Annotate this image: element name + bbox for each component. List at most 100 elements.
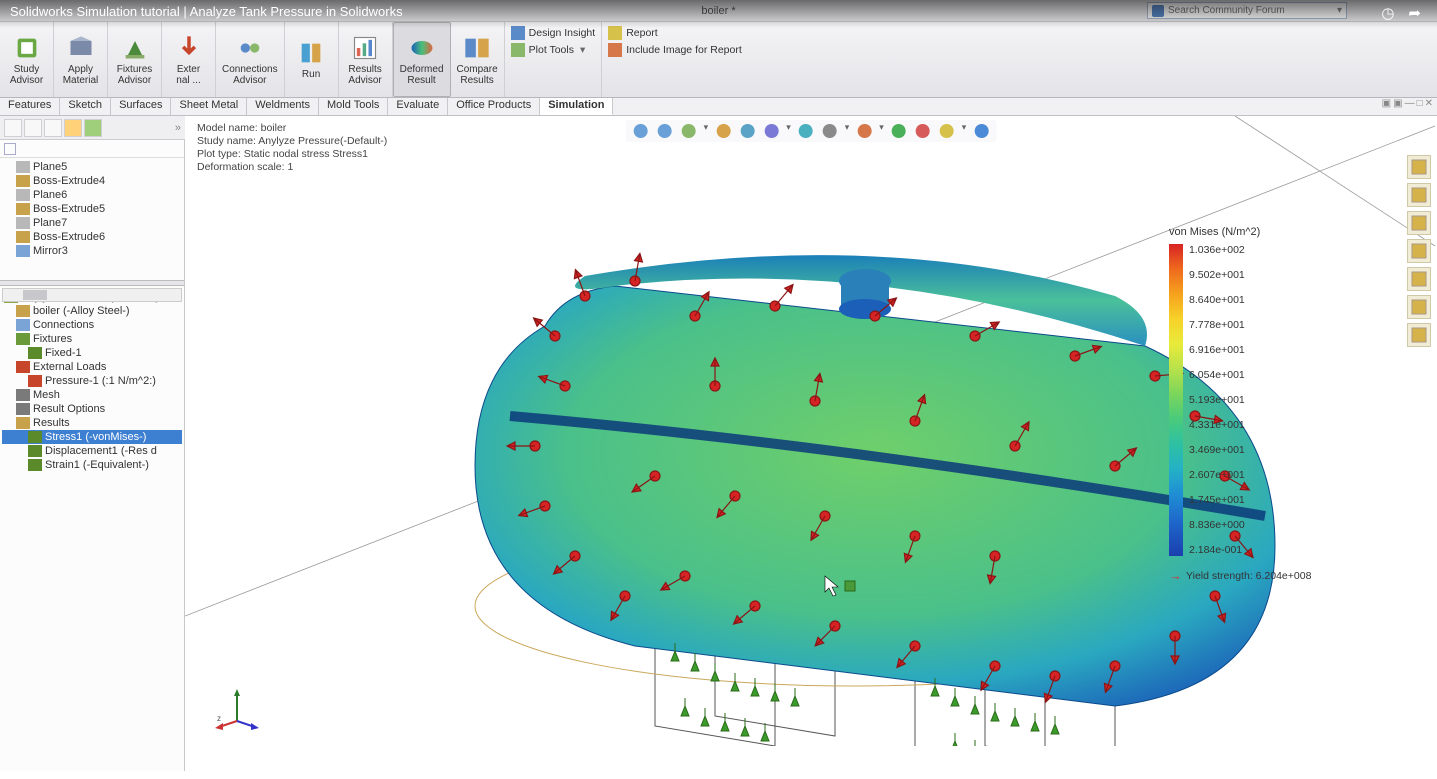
legend-title: von Mises (N/m^2) [1169,226,1339,238]
hud-tool-2[interactable] [680,122,698,140]
tree-item[interactable]: Boss-Extrude5 [2,202,182,216]
fm-icon-1[interactable] [4,119,22,137]
tree-hscrollbar[interactable] [2,288,182,302]
hud-tool-0[interactable] [632,122,650,140]
fm-icon-5[interactable] [84,119,102,137]
hud-tool-7[interactable] [821,122,839,140]
tree-item[interactable]: Fixed-1 [2,346,182,360]
fixtures-advisor-button[interactable]: FixturesAdvisor [108,22,162,97]
legend-tick: 5.193e+001 [1189,394,1245,406]
legend-tick: 2.607e+001 [1189,469,1245,481]
hud-tool-9[interactable] [890,122,908,140]
pane-btn-3[interactable]: — [1405,98,1415,115]
tree-item[interactable]: Strain1 (-Equivalent-) [2,458,182,472]
feature-tabs: FeaturesSketchSurfacesSheet MetalWeldmen… [0,98,1437,116]
video-title-overlay: Solidworks Simulation tutorial | Analyze… [0,0,1437,28]
tree-item[interactable]: Mirror3 [2,244,182,258]
tree-item[interactable]: Fixtures [2,332,182,346]
legend-tick: 1.745e+001 [1189,494,1245,506]
tree-item[interactable]: Plane6 [2,188,182,202]
taskpane-tab-5[interactable] [1407,295,1431,319]
tab-weldments[interactable]: Weldments [247,98,319,115]
taskpane-tab-0[interactable] [1407,155,1431,179]
legend-tick: 7.778e+001 [1189,319,1245,331]
tree-item[interactable]: Pressure-1 (:1 N/m^2:) [2,374,182,388]
hud-tool-11[interactable] [938,122,956,140]
report-button[interactable]: Report [608,26,742,40]
tree-item[interactable]: External Loads [2,360,182,374]
taskpane-tab-3[interactable] [1407,239,1431,263]
hud-tool-6[interactable] [797,122,815,140]
pane-btn-2[interactable]: ▣ [1393,98,1402,115]
fm-overflow-icon[interactable]: » [175,122,181,134]
legend-tick: 6.054e+001 [1189,369,1245,381]
results-advisor-button[interactable]: ResultsAdvisor [339,22,393,97]
svg-text:z: z [217,714,221,723]
taskpane-tab-4[interactable] [1407,267,1431,291]
tree-item[interactable]: Mesh [2,388,182,402]
external-loads-button[interactable]: External ... [162,22,216,97]
hud-tool-10[interactable] [914,122,932,140]
fm-icon-2[interactable] [24,119,42,137]
legend-tick: 8.640e+001 [1189,294,1245,306]
include-image-button[interactable]: Include Image for Report [608,43,742,57]
design-insight-button[interactable]: Design Insight [511,26,596,40]
tree-item[interactable]: Connections [2,318,182,332]
taskpane-tab-1[interactable] [1407,183,1431,207]
tree-item[interactable]: Results [2,416,182,430]
tree-item[interactable]: Boss-Extrude6 [2,230,182,244]
tree-item[interactable]: boiler (-Alloy Steel-) [2,304,182,318]
legend-tick: 6.916e+001 [1189,344,1245,356]
hud-tool-8[interactable] [855,122,873,140]
tree-splitter[interactable] [0,280,184,286]
hud-tool-3[interactable] [714,122,732,140]
pane-window-buttons[interactable]: ▣ ▣ — □ ✕ [1382,98,1437,115]
compare-results-button[interactable]: CompareResults [451,22,505,97]
tree-item[interactable]: Result Options [2,402,182,416]
hud-tool-1[interactable] [656,122,674,140]
watch-later-icon[interactable]: ◷ [1381,4,1394,22]
graphics-viewport[interactable]: Model name: boiler Study name: Anylyze P… [185,116,1437,771]
connections-advisor-button[interactable]: ConnectionsAdvisor [216,22,285,97]
tab-surfaces[interactable]: Surfaces [111,98,171,115]
tree-item[interactable]: Displacement1 (-Res d [2,444,182,458]
study-advisor-button[interactable]: StudyAdvisor [0,22,54,97]
legend-tick: 9.502e+001 [1189,269,1245,281]
fm-icon-3[interactable] [44,119,62,137]
plot-tools-button[interactable]: Plot Tools▾ [511,43,596,57]
hud-tool-5[interactable] [762,122,780,140]
legend-tick: 3.469e+001 [1189,444,1245,456]
pane-btn-5[interactable]: ✕ [1425,98,1433,115]
hud-tool-4[interactable] [738,122,756,140]
taskpane-tab-6[interactable] [1407,323,1431,347]
taskpane-tab-2[interactable] [1407,211,1431,235]
orientation-triad[interactable]: z [215,687,259,731]
plot-info-box: Model name: boiler Study name: Anylyze P… [197,122,387,174]
pane-btn-1[interactable]: ▣ [1382,98,1391,115]
apply-material-button[interactable]: ApplyMaterial [54,22,108,97]
tree-filter-bar[interactable] [0,140,184,158]
fm-icon-4[interactable] [64,119,82,137]
deformed-result-button[interactable]: DeformedResult [393,22,451,97]
tree-item[interactable]: Plane5 [2,160,182,174]
task-pane-tabs [1407,155,1431,347]
ribbon-toolbar: StudyAdvisor ApplyMaterial FixturesAdvis… [0,22,1437,98]
tab-sketch[interactable]: Sketch [60,98,111,115]
color-legend: von Mises (N/m^2) 1.036e+0029.502e+0018.… [1169,226,1339,583]
tab-evaluate[interactable]: Evaluate [388,98,448,115]
tree-item[interactable]: Plane7 [2,216,182,230]
tree-item[interactable]: Stress1 (-vonMises-) [2,430,182,444]
pane-btn-4[interactable]: □ [1417,98,1423,115]
tab-sheet-metal[interactable]: Sheet Metal [171,98,247,115]
share-icon[interactable]: ➦ [1408,4,1421,22]
run-button[interactable]: Run [285,22,339,97]
tab-features[interactable]: Features [0,98,60,115]
tree-item[interactable]: Boss-Extrude4 [2,174,182,188]
hud-tool-12[interactable] [972,122,990,140]
ribbon-tools-group-2: Report Include Image for Report [602,22,748,97]
legend-colorbar [1169,244,1183,556]
tab-simulation[interactable]: Simulation [540,98,613,115]
tab-office-products[interactable]: Office Products [448,98,540,115]
legend-tick: 2.184e-001 [1189,544,1245,556]
tab-mold-tools[interactable]: Mold Tools [319,98,388,115]
